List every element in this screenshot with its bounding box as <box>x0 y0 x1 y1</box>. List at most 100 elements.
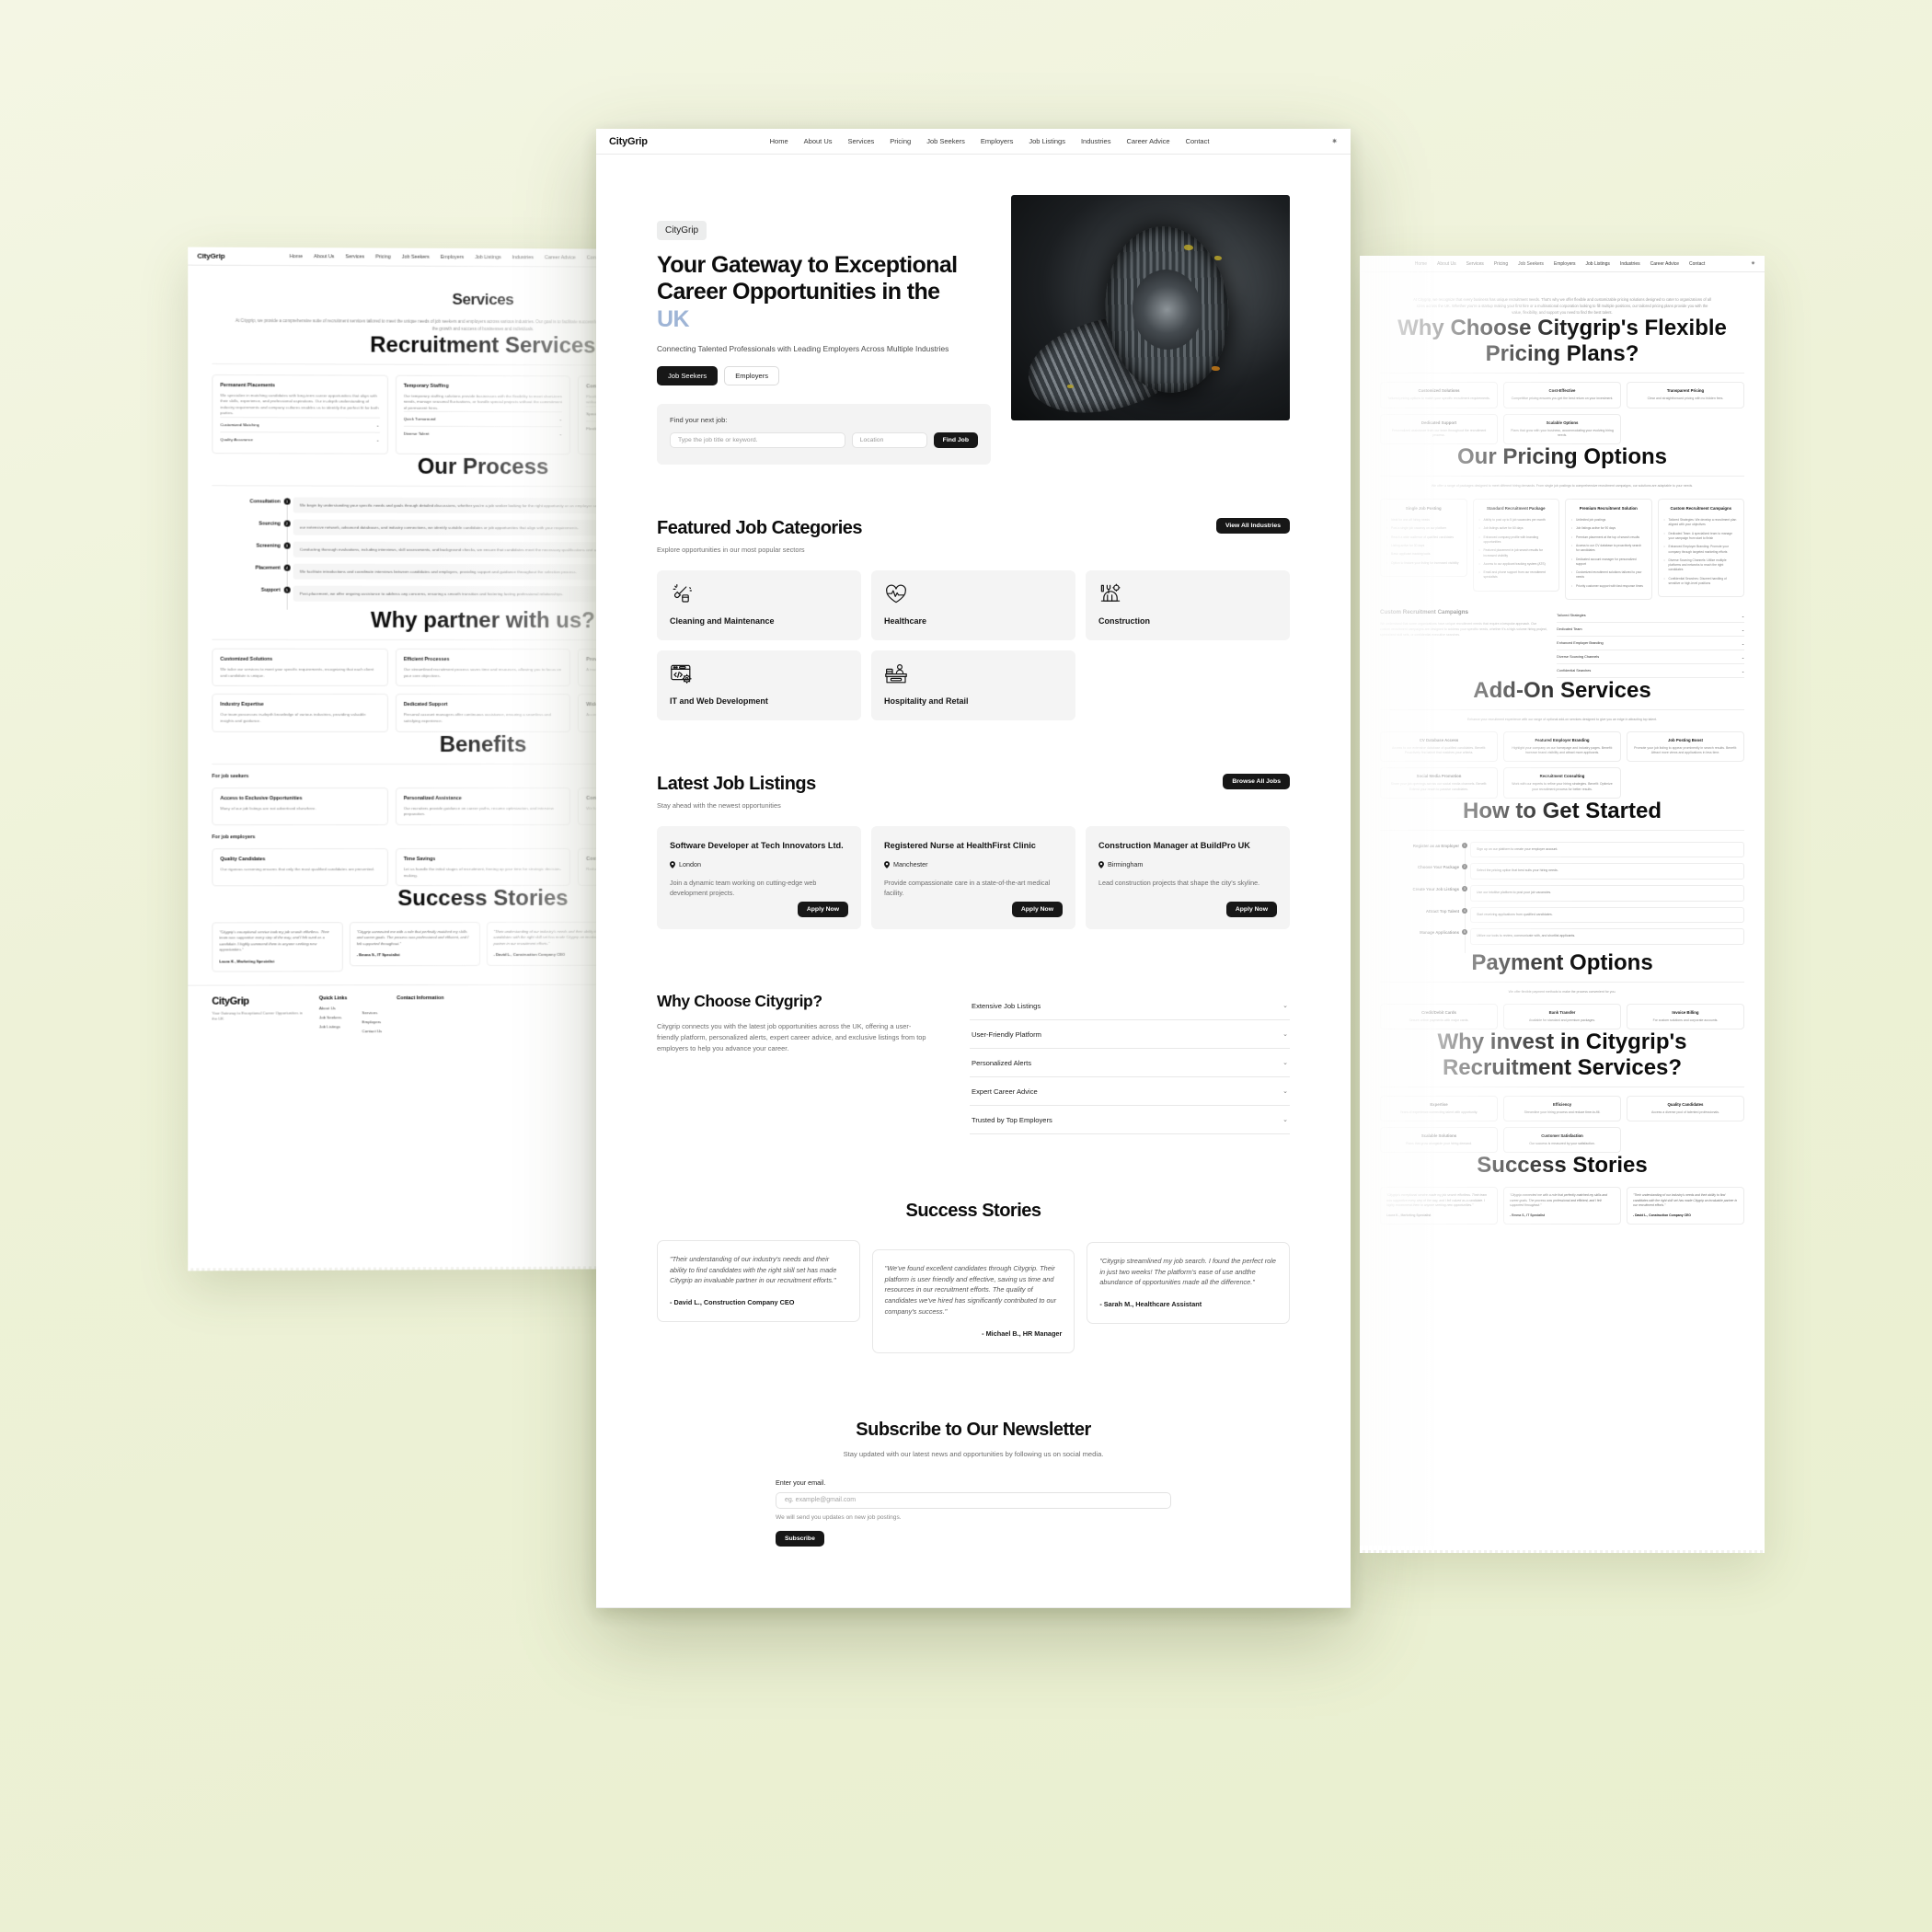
nav-link-employers[interactable]: Employers <box>1554 261 1576 267</box>
nav-link-industries[interactable]: Industries <box>1620 261 1640 267</box>
accordion-row[interactable]: Extensive Job Listings ⌄ <box>970 992 1290 1020</box>
chevron-down-icon[interactable]: ⌄ <box>1282 1059 1288 1066</box>
browse-all-jobs-button[interactable]: Browse All Jobs <box>1223 773 1290 789</box>
accordion-row[interactable]: Enhanced Employer Branding ⌄ <box>1557 637 1744 650</box>
accordion-row[interactable]: Diverse Sourcing Channels ⌄ <box>1557 650 1744 664</box>
nav-link-pricing[interactable]: Pricing <box>1494 261 1508 267</box>
nav-link-pricing[interactable]: Pricing <box>375 254 391 259</box>
nav-link-career-advice[interactable]: Career Advice <box>1126 137 1169 145</box>
footer-link[interactable]: About Us <box>319 1006 348 1010</box>
chevron-down-icon[interactable]: ⌄ <box>559 418 563 423</box>
nav-logo[interactable]: CityGrip <box>197 252 224 260</box>
chevron-down-icon[interactable]: ⌄ <box>1742 614 1744 618</box>
tab-employers[interactable]: Employers <box>724 365 780 385</box>
why-accordion[interactable]: Extensive Job Listings ⌄ User-Friendly Pla… <box>970 992 1290 1134</box>
pricing-nav[interactable]: Home About Us Services Pricing Job Seekers Em… <box>1360 256 1765 272</box>
find-job-button[interactable]: Find Job <box>933 431 978 448</box>
chevron-down-icon[interactable]: ⌄ <box>1282 1116 1288 1123</box>
nav-link-services[interactable]: Services <box>848 137 875 145</box>
category-card[interactable]: IT and Web Development <box>657 650 861 720</box>
nav-link-industries[interactable]: Industries <box>1081 137 1111 145</box>
nav-logo[interactable]: CityGrip <box>609 136 648 147</box>
footer-link[interactable]: Contact Us <box>362 1029 382 1033</box>
chevron-down-icon[interactable]: ⌄ <box>1282 1002 1288 1009</box>
footer-link[interactable]: Employers <box>362 1019 382 1024</box>
nav-link-career-advice[interactable]: Career Advice <box>545 255 576 260</box>
chevron-down-icon[interactable]: ⌄ <box>1742 669 1744 673</box>
accordion-row[interactable]: Dedicated Team ⌄ <box>1557 623 1744 637</box>
nav-links[interactable]: Home About Us Services Pricing Job Seekers Em… <box>648 137 1332 145</box>
chevron-down-icon[interactable]: ⌄ <box>376 438 380 443</box>
nav-link-industries[interactable]: Industries <box>512 255 534 260</box>
gear-icon[interactable]: ✷ <box>1751 260 1755 267</box>
apply-now-button[interactable]: Apply Now <box>797 901 848 917</box>
pricing-plan-card[interactable]: Single Job Posting Ideal for one-off hiri… <box>1380 499 1467 577</box>
chevron-down-icon[interactable]: ⌄ <box>1282 1087 1288 1095</box>
chevron-down-icon[interactable]: ⌄ <box>1742 627 1744 632</box>
accordion-row[interactable]: Quality Assurance ⌄ <box>220 431 380 447</box>
pricing-plan-card[interactable]: Premium Recruitment Solution Unlimited jo… <box>1565 499 1652 600</box>
accordion-row[interactable]: Trusted by Top Employers ⌄ <box>970 1106 1290 1134</box>
nav-link-services[interactable]: Services <box>1466 261 1484 267</box>
category-card[interactable]: Hospitality and Retail <box>871 650 1075 720</box>
location-input[interactable]: Location <box>851 431 927 448</box>
nav-link-about-us[interactable]: About Us <box>1437 261 1456 267</box>
chevron-down-icon[interactable]: ⌄ <box>559 432 563 438</box>
nav-link-job-listings[interactable]: Job Listings <box>1586 261 1610 267</box>
apply-now-button[interactable]: Apply Now <box>1011 901 1063 917</box>
gear-icon[interactable]: ✷ <box>1331 137 1338 145</box>
category-card[interactable]: Cleaning and Maintenance <box>657 569 861 640</box>
view-all-industries-button[interactable]: View All Industries <box>1215 517 1290 534</box>
nav-link-job-listings[interactable]: Job Listings <box>475 254 500 259</box>
nav-link-employers[interactable]: Employers <box>441 254 464 259</box>
accordion-row[interactable]: Diverse Talent ⌄ <box>403 426 563 442</box>
nav-link-job-seekers[interactable]: Job Seekers <box>926 137 965 145</box>
tab-job-seekers[interactable]: Job Seekers <box>657 365 719 385</box>
pricing-plan-card[interactable]: Standard Recruitment Package Ability to p… <box>1472 499 1559 592</box>
nav-link-about-us[interactable]: About Us <box>804 137 833 145</box>
home-page[interactable]: CityGrip Home About Us Services Pricing Job … <box>596 129 1351 1608</box>
nav-link-home[interactable]: Home <box>1415 261 1427 267</box>
job-card[interactable]: Software Developer at Tech Innovators Lt… <box>657 825 861 929</box>
footer-link[interactable]: Services <box>362 1010 382 1015</box>
nav-link-career-advice[interactable]: Career Advice <box>1650 261 1679 267</box>
accordion-row[interactable]: Quick Turnaround ⌄ <box>403 411 563 427</box>
nav-link-job-seekers[interactable]: Job Seekers <box>402 254 430 259</box>
nav-link-job-seekers[interactable]: Job Seekers <box>1518 261 1544 267</box>
accordion-row[interactable]: Confidential Searches ⌄ <box>1557 664 1744 678</box>
chevron-down-icon[interactable]: ⌄ <box>1742 641 1744 646</box>
category-card[interactable]: Construction <box>1086 569 1290 640</box>
nav-link-contact[interactable]: Contact <box>1689 261 1705 267</box>
job-card[interactable]: Registered Nurse at HealthFirst Clinic Ma… <box>871 825 1075 929</box>
nav-link-contact[interactable]: Contact <box>1186 137 1210 145</box>
hero-audience-tabs[interactable]: Job Seekers Employers <box>657 365 991 385</box>
footer-link[interactable]: Job Listings <box>319 1024 348 1029</box>
job-card[interactable]: Construction Manager at BuildPro UK Birmi… <box>1086 825 1290 929</box>
chevron-down-icon[interactable]: ⌄ <box>376 423 380 429</box>
footer-link[interactable]: Job Seekers <box>319 1015 348 1019</box>
accordion-row[interactable]: Personalized Alerts ⌄ <box>970 1049 1290 1077</box>
nav-link-about-us[interactable]: About Us <box>314 254 334 259</box>
nav-link-services[interactable]: Services <box>345 254 364 259</box>
nav-link-job-listings[interactable]: Job Listings <box>1029 137 1065 145</box>
nav-link-pricing[interactable]: Pricing <box>890 137 911 145</box>
accordion-row[interactable]: Customized Matching ⌄ <box>220 417 380 432</box>
chevron-down-icon[interactable]: ⌄ <box>1282 1030 1288 1038</box>
apply-now-button[interactable]: Apply Now <box>1225 901 1277 917</box>
pricing-page-preview[interactable]: Home About Us Services Pricing Job Seekers Em… <box>1360 256 1765 1553</box>
main-nav[interactable]: CityGrip Home About Us Services Pricing Job … <box>596 129 1351 155</box>
email-field[interactable]: eg. example@gmail.com <box>776 1491 1171 1509</box>
keyword-input[interactable]: Type the job title or keyword. <box>670 431 845 448</box>
category-card[interactable]: Healthcare <box>871 569 1075 640</box>
accordion-row[interactable]: Tailored Strategies ⌄ <box>1557 609 1744 623</box>
nav-link-home[interactable]: Home <box>770 137 788 145</box>
crc-accordion[interactable]: Tailored Strategies ⌄ Dedicated Team ⌄ Enhan… <box>1557 609 1744 678</box>
pricing-plan-card[interactable]: Custom Recruitment Campaigns Tailored Str… <box>1657 499 1744 598</box>
nav-link-home[interactable]: Home <box>290 254 303 259</box>
nav-links[interactable]: Home About Us Services Pricing Job Seekers Em… <box>1369 261 1751 267</box>
chevron-down-icon[interactable]: ⌄ <box>1742 655 1744 660</box>
accordion-row[interactable]: Expert Career Advice ⌄ <box>970 1077 1290 1106</box>
nav-link-employers[interactable]: Employers <box>981 137 1013 145</box>
subscribe-button[interactable]: Subscribe <box>776 1530 824 1547</box>
accordion-row[interactable]: User-Friendly Platform ⌄ <box>970 1020 1290 1049</box>
